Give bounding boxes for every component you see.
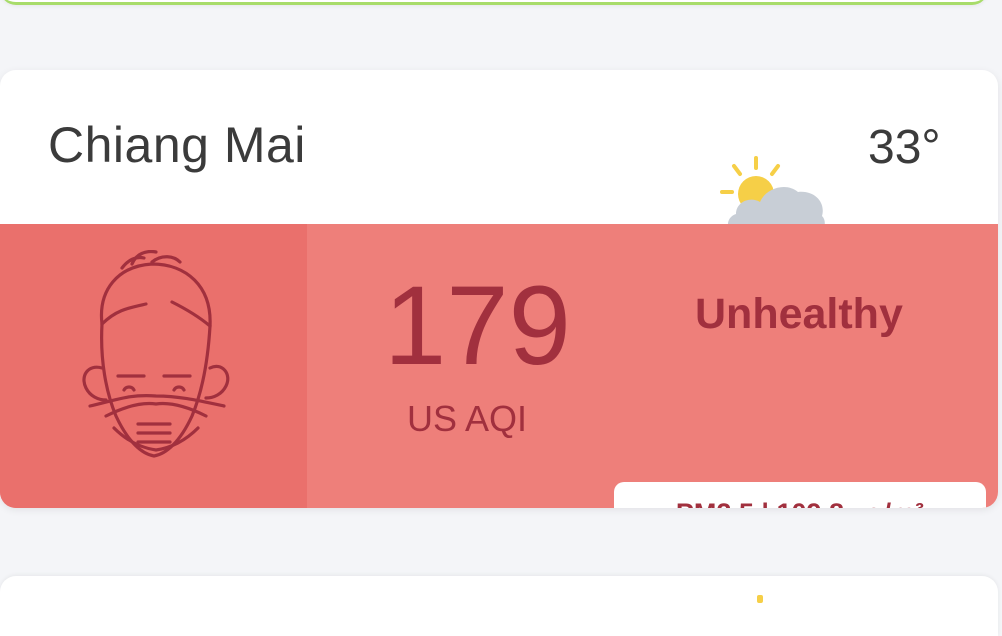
temperature: 33° — [868, 121, 941, 174]
city-name: Chiang Mai — [48, 117, 306, 173]
previous-location-card[interactable] — [0, 0, 988, 5]
aqi-value: 179 — [384, 263, 571, 388]
pollutant-badge: PM2.5 | 109.8 µg/m³ — [614, 482, 986, 508]
card-header: Chiang Mai 33° — [0, 70, 998, 234]
sun-icon — [757, 595, 763, 603]
aqi-panel: 179 US AQI Unhealthy PM2.5 | 109.8 µg/m³ — [0, 224, 998, 508]
location-aqi-card[interactable]: Chiang Mai 33° 179 US AQI Unhealthy — [0, 70, 998, 508]
face-block — [0, 224, 307, 508]
face-mask-icon — [82, 250, 230, 458]
aqi-unit-label: US AQI — [407, 398, 528, 439]
next-location-card[interactable] — [0, 576, 998, 636]
aqi-status-label: Unhealthy — [695, 290, 903, 338]
